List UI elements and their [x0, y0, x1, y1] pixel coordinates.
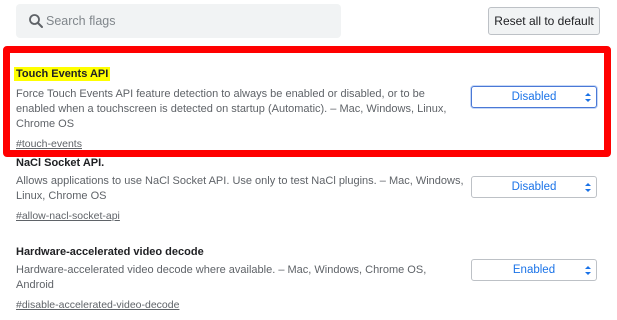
- experiment-video-decode: Hardware-accelerated video decode Hardwa…: [16, 245, 466, 312]
- search-input[interactable]: [46, 10, 326, 32]
- experiment-link[interactable]: #disable-accelerated-video-decode: [16, 298, 466, 312]
- experiment-nacl-socket: NaCl Socket API. Allows applications to …: [16, 156, 466, 223]
- reset-all-button[interactable]: Reset all to default: [488, 7, 600, 35]
- experiment-description: Allows applications to use NaCl Socket A…: [16, 175, 464, 202]
- select-value: Enabled: [512, 264, 556, 276]
- experiment-link[interactable]: #touch-events: [16, 137, 466, 151]
- video-decode-select[interactable]: Enabled: [471, 259, 597, 281]
- chevron-up-down-icon: [585, 183, 591, 192]
- experiment-title: Touch Events API: [14, 67, 111, 81]
- chevron-up-down-icon: [585, 93, 591, 102]
- select-value: Disabled: [511, 91, 557, 103]
- experiment-title: Hardware-accelerated video decode: [16, 246, 204, 258]
- select-value: Disabled: [511, 181, 557, 193]
- search-box[interactable]: [16, 4, 341, 38]
- nacl-socket-select[interactable]: Disabled: [471, 176, 597, 198]
- experiment-title: NaCl Socket API.: [16, 157, 105, 169]
- search-icon: [29, 14, 43, 28]
- experiment-link[interactable]: #allow-nacl-socket-api: [16, 209, 466, 223]
- experiment-description: Force Touch Events API feature detection…: [16, 88, 447, 130]
- experiment-touch-events: Touch Events API Force Touch Events API …: [14, 64, 466, 151]
- chevron-up-down-icon: [585, 266, 591, 275]
- experiment-description: Hardware-accelerated video decode where …: [16, 264, 427, 291]
- touch-events-select[interactable]: Disabled: [471, 86, 597, 108]
